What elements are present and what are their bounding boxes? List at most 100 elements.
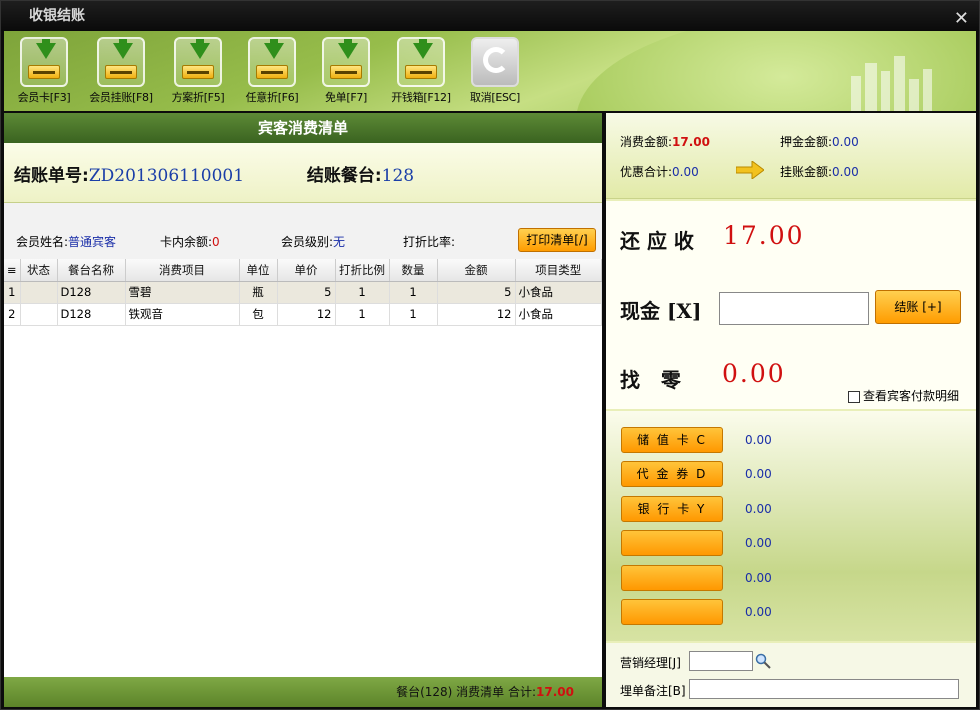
payment-panel: 消费金额:17.00 押金金额:0.00 优惠合计:0.00 挂账金额:0.00… — [606, 113, 976, 707]
payment-value: 0.00 — [745, 502, 772, 516]
cancel-button[interactable]: 取消[ESC] — [459, 37, 531, 105]
view-payment-detail-checkbox[interactable]: 查看宾客付款明细 — [848, 387, 959, 404]
cell-table: D128 — [57, 303, 126, 326]
cell-qty: 1 — [389, 303, 438, 326]
discount-total-value: 0.00 — [672, 165, 699, 179]
column-header[interactable]: 打折比例 — [335, 259, 390, 282]
due-value: 17.00 — [723, 221, 805, 250]
payment-slot-button[interactable] — [621, 599, 723, 625]
consume-value: 17.00 — [672, 135, 711, 149]
row-index: 2 — [4, 303, 21, 326]
download-tray-icon — [174, 37, 222, 87]
bill-no-value: ZD201306110001 — [88, 166, 245, 186]
cell-unit: 瓶 — [239, 281, 278, 304]
toolbar: 会员卡[F3] 会员挂账[F8] 方案折[F5] 任意折[F6] 免单[F7] … — [4, 31, 976, 111]
change-value: 0.00 — [722, 359, 786, 388]
cell-price: 5 — [277, 281, 336, 304]
payment-value: 0.00 — [745, 571, 772, 585]
cell-price: 12 — [277, 303, 336, 326]
note-label: 埋单备注[B] — [620, 684, 686, 698]
bill-no-label: 结账单号: — [14, 166, 89, 186]
member-level-value: 无 — [333, 235, 346, 249]
due-box: 还 应 收 17.00 现金 [X] 结账 [+] 找 零 0.00 查看宾客付… — [606, 201, 976, 409]
cell-ratio: 1 — [335, 303, 390, 326]
free-order-button[interactable]: 免单[F7] — [310, 37, 382, 105]
table-row[interactable]: 1 D128 雪碧 瓶 5 1 1 5 小食品 — [4, 281, 602, 304]
payment-value: 0.00 — [745, 605, 772, 619]
checkbox-box[interactable] — [848, 390, 860, 403]
toolbar-label: 会员卡[F3] — [17, 91, 71, 104]
cell-status — [20, 303, 58, 326]
cash-label: 现金 [X] — [620, 299, 702, 323]
member-info-bar: 会员姓名:普通宾客 卡内余额:0 会员级别:无 打折比率: 打印清单[/] — [4, 203, 602, 259]
payment-slot-button[interactable] — [621, 565, 723, 591]
discount-rate-label: 打折比率: — [403, 235, 456, 249]
extra-info: 营销经理[J] 埋单备注[B] — [606, 643, 976, 707]
cell-table: D128 — [57, 281, 126, 304]
credit-label: 挂账金额: — [780, 165, 833, 179]
change-label: 找 零 — [620, 368, 681, 392]
member-level-label: 会员级别: — [281, 235, 334, 249]
plan-discount-button[interactable]: 方案折[F5] — [162, 37, 234, 105]
note-input[interactable] — [689, 679, 959, 699]
row-selector-header[interactable]: ≡ — [4, 259, 21, 282]
download-tray-icon — [97, 37, 145, 87]
cash-input[interactable] — [719, 292, 869, 325]
column-header[interactable]: 餐台名称 — [57, 259, 126, 282]
table-header-row: ≡ 状态 餐台名称 消费项目 单位 单价 打折比例 数量 金额 项目类型 — [4, 259, 602, 282]
cell-item: 铁观音 — [125, 303, 240, 326]
window-title: 收银结账 — [29, 8, 85, 24]
cell-type: 小食品 — [515, 281, 602, 304]
discount-total-label: 优惠合计: — [620, 165, 673, 179]
column-header[interactable]: 状态 — [20, 259, 58, 282]
cell-type: 小食品 — [515, 303, 602, 326]
open-cash-drawer-button[interactable]: 开钱箱[F12] — [385, 37, 457, 105]
member-name-value: 普通宾客 — [68, 235, 117, 249]
bill-items-table: ≡ 状态 餐台名称 消费项目 单位 单价 打折比例 数量 金额 项目类型 1 D… — [4, 259, 602, 326]
toolbar-label: 任意折[F6] — [245, 91, 299, 104]
print-list-button[interactable]: 打印清单[/] — [518, 228, 596, 252]
toolbar-label: 免单[F7] — [324, 91, 368, 104]
view-payment-detail-label: 查看宾客付款明细 — [863, 389, 960, 403]
arrow-right-icon — [736, 161, 764, 179]
footer-total: 17.00 — [536, 685, 574, 699]
payment-value: 0.00 — [745, 433, 772, 447]
table-value: 128 — [381, 166, 415, 186]
download-tray-icon — [322, 37, 370, 87]
bill-footer: 餐台(128) 消费清单 合计:17.00 — [4, 677, 602, 707]
toolbar-label: 方案折[F5] — [171, 91, 225, 104]
title-bar: 收银结账 ✕ — [1, 1, 979, 31]
payment-value: 0.00 — [745, 467, 772, 481]
close-button[interactable]: ✕ — [954, 4, 969, 34]
consume-label: 消费金额: — [620, 135, 673, 149]
member-credit-button[interactable]: 会员挂账[F8] — [85, 37, 157, 105]
stored-value-card-button[interactable]: 储 值 卡 C — [621, 427, 723, 453]
checkout-button[interactable]: 结账 [+] — [875, 290, 961, 324]
cell-item: 雪碧 — [125, 281, 240, 304]
column-header[interactable]: 数量 — [389, 259, 438, 282]
download-tray-icon — [20, 37, 68, 87]
payment-slot-button[interactable] — [621, 530, 723, 556]
cell-ratio: 1 — [335, 281, 390, 304]
payment-value: 0.00 — [745, 536, 772, 550]
table-label: 结账餐台: — [306, 166, 382, 186]
custom-discount-button[interactable]: 任意折[F6] — [236, 37, 308, 105]
voucher-button[interactable]: 代 金 券 D — [621, 461, 723, 487]
credit-value: 0.00 — [832, 165, 859, 179]
column-header[interactable]: 单位 — [239, 259, 278, 282]
column-header[interactable]: 消费项目 — [125, 259, 240, 282]
cell-amount: 5 — [437, 281, 516, 304]
column-header[interactable]: 单价 — [277, 259, 336, 282]
deposit-value: 0.00 — [832, 135, 859, 149]
toolbar-label: 取消[ESC] — [469, 91, 521, 104]
member-card-button[interactable]: 会员卡[F3] — [8, 37, 80, 105]
manager-input[interactable] — [689, 651, 753, 671]
toolbar-label: 开钱箱[F12] — [391, 91, 451, 104]
download-tray-icon — [397, 37, 445, 87]
column-header[interactable]: 项目类型 — [515, 259, 602, 282]
bank-card-button[interactable]: 银 行 卡 Y — [621, 496, 723, 522]
search-icon[interactable] — [755, 653, 771, 669]
checkout-window: 收银结账 ✕ 会员卡[F3] 会员挂账[F8] 方案折[F5] 任意折[F6] — [0, 0, 980, 710]
column-header[interactable]: 金额 — [437, 259, 516, 282]
table-row[interactable]: 2 D128 铁观音 包 12 1 1 12 小食品 — [4, 303, 602, 326]
